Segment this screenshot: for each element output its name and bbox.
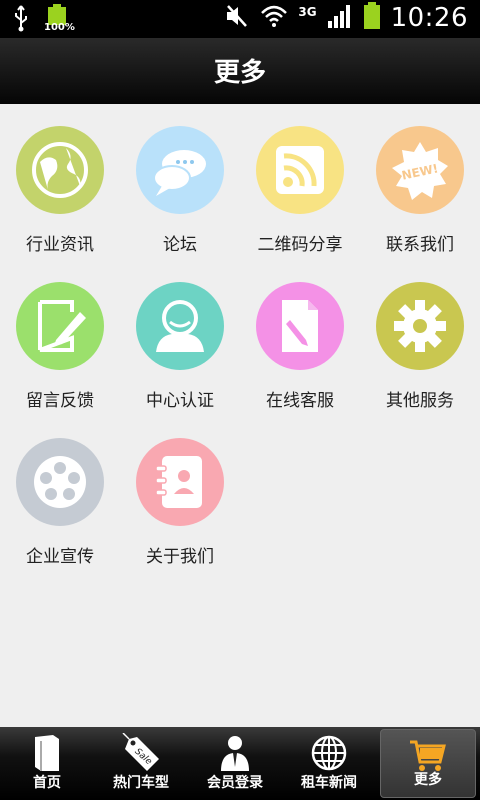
grid-item-industry-news[interactable]: 行业资讯: [0, 104, 120, 260]
network-type: 3G: [298, 5, 317, 19]
mute-icon: [224, 4, 250, 32]
rss-icon: [256, 126, 344, 214]
grid-item-label: 在线客服: [266, 391, 334, 411]
grid-item-label: 企业宣传: [26, 547, 94, 567]
grid-item-contact-us[interactable]: NEW! 联系我们: [360, 104, 480, 260]
grid-item-about-us[interactable]: 关于我们: [120, 416, 240, 572]
grid-item-other-services[interactable]: 其他服务: [360, 260, 480, 416]
grid-item-qr-share[interactable]: 二维码分享: [240, 104, 360, 260]
grid-item-certification[interactable]: 中心认证: [120, 260, 240, 416]
battery-status-icon: 100%: [44, 4, 75, 36]
globe-icon: [16, 126, 104, 214]
grid-item-feedback[interactable]: 留言反馈: [0, 260, 120, 416]
grid-item-promotion[interactable]: 企业宣传: [0, 416, 120, 572]
chat-bubble-icon: [136, 126, 224, 214]
tab-label: 首页: [33, 775, 61, 791]
tab-label: 更多: [414, 772, 442, 788]
grid-item-label: 行业资讯: [26, 235, 94, 255]
page-title: 更多: [213, 58, 266, 88]
tab-member-login[interactable]: 会员登录: [188, 727, 282, 800]
document-pen-icon: [256, 282, 344, 370]
grid-item-label: 关于我们: [146, 547, 214, 567]
grid-item-forum[interactable]: 论坛: [120, 104, 240, 260]
film-reel-icon: [16, 438, 104, 526]
grid-item-label: 二维码分享: [257, 235, 343, 255]
sale-tag-icon: Sale: [122, 733, 159, 771]
user-icon: [136, 282, 224, 370]
book-icon: [35, 735, 59, 771]
tab-label: 租车新闻: [301, 775, 357, 791]
battery-icon: [363, 2, 381, 34]
member-icon: [221, 736, 249, 771]
tab-label: 会员登录: [207, 775, 263, 791]
usb-icon: [12, 4, 30, 36]
tab-popular-cars[interactable]: Sale 热门车型: [94, 727, 188, 800]
header-bar: 更多: [0, 38, 480, 104]
tab-label: 热门车型: [113, 775, 169, 791]
grid-item-label: 论坛: [163, 235, 197, 255]
edit-note-icon: [16, 282, 104, 370]
wifi-icon: [260, 3, 288, 33]
grid-item-label: 其他服务: [386, 391, 454, 411]
clock: 10:26: [390, 3, 468, 33]
contact-book-icon: [136, 438, 224, 526]
signal-icon: [327, 3, 353, 33]
globe-icon: [311, 735, 347, 771]
grid-item-label: 留言反馈: [26, 391, 94, 411]
gear-icon: [376, 282, 464, 370]
battery-percent: 100%: [44, 22, 75, 33]
grid-item-label: 联系我们: [386, 235, 454, 255]
grid-item-label: 中心认证: [146, 391, 214, 411]
new-badge-icon: NEW!: [376, 126, 464, 214]
grid-item-online-service[interactable]: 在线客服: [240, 260, 360, 416]
tab-rental-news[interactable]: 租车新闻: [282, 727, 376, 800]
tab-more[interactable]: 更多: [380, 729, 476, 798]
tab-home[interactable]: 首页: [0, 727, 94, 800]
bottom-tab-bar: 首页 Sale 热门车型 会员登录 租车新闻 更多: [0, 727, 480, 800]
status-bar: 100% 3G 10:26: [0, 0, 480, 38]
